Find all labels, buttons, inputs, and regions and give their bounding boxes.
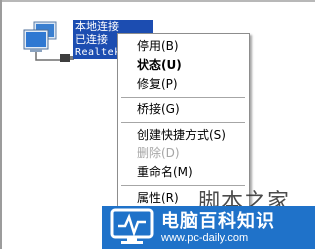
menu-item-repair-label: 修复(P): [137, 77, 178, 91]
menu-item-disable[interactable]: 停用(B): [118, 37, 249, 56]
watermark-site-url: www.pc-daily.com: [161, 232, 249, 244]
network-connection-icon: [23, 21, 74, 62]
menu-item-rename-label: 重命名(M): [137, 165, 193, 179]
menu-item-rename[interactable]: 重命名(M): [118, 163, 249, 182]
menu-item-repair[interactable]: 修复(P): [118, 75, 249, 94]
menu-separator: [121, 97, 245, 98]
menu-item-status[interactable]: 状态(U): [118, 56, 249, 75]
menu-item-create-shortcut[interactable]: 创建快捷方式(S): [118, 126, 249, 145]
monitor-pulse-icon: [110, 208, 154, 244]
menu-item-bridge-label: 桥接(G): [137, 102, 180, 116]
menu-separator: [121, 122, 245, 123]
connection-name: 本地连接: [73, 20, 153, 33]
menu-item-delete-label: 删除(D): [137, 146, 180, 160]
menu-item-create-shortcut-label: 创建快捷方式(S): [137, 128, 226, 142]
menu-item-bridge[interactable]: 桥接(G): [118, 100, 249, 119]
menu-item-delete: 删除(D): [118, 144, 249, 163]
watermark-site-name: 电脑百科知识: [161, 211, 275, 232]
menu-item-status-label: 状态(U): [137, 58, 182, 72]
menu-item-disable-label: 停用(B): [137, 39, 179, 53]
watermark-badge: 电脑百科知识 www.pc-daily.com: [102, 206, 315, 249]
